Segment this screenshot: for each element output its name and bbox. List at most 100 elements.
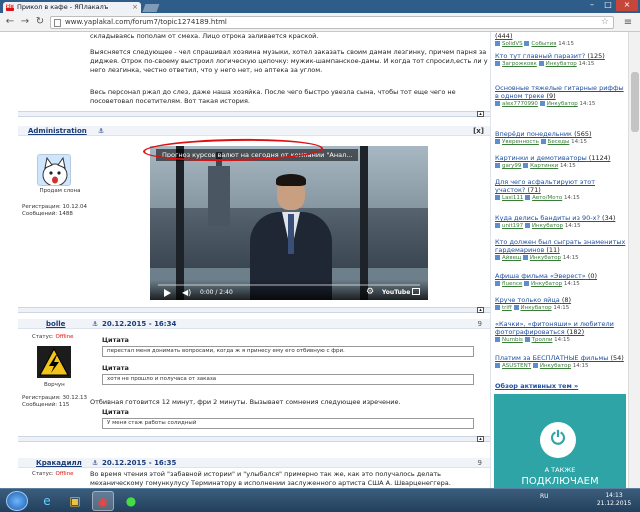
topic-user[interactable]: SolidVS [502, 41, 523, 47]
topic-count: (11) [546, 246, 560, 254]
forward-icon[interactable]: → [19, 16, 31, 28]
volume-icon[interactable]: ◀) [182, 288, 191, 297]
topic-title[interactable]: Вперёди понедельник [495, 130, 572, 138]
topic-title[interactable]: Афиша фильма «Эверест» [495, 272, 586, 280]
settings-gear-icon[interactable]: ⚙ [366, 287, 374, 297]
folder-icon[interactable]: ▣ [64, 491, 86, 511]
link-icon[interactable]: ⚓ [92, 459, 98, 467]
collapse-button[interactable]: ▴ [477, 436, 484, 442]
sidebar-topic[interactable]: Основные тяжелые гитарные риффы в одном … [495, 84, 627, 108]
topic-user[interactable]: Уверенность [502, 139, 539, 145]
start-button[interactable] [6, 491, 28, 511]
link-icon[interactable]: ⚓ [92, 320, 98, 328]
address-bar[interactable]: www.yaplakal.com/forum7/topic1274189.htm… [50, 16, 614, 29]
fullscreen-icon[interactable] [412, 288, 420, 295]
section-icon [540, 139, 546, 144]
topic-section[interactable]: Авто/Мото [532, 195, 562, 201]
ie-icon[interactable]: e [36, 491, 58, 511]
sidebar-topic[interactable]: Круче только яйца (8) triff Инкубатор 14… [495, 296, 627, 312]
collapse-button[interactable]: ▴ [477, 111, 484, 117]
reload-icon[interactable]: ↻ [34, 16, 46, 28]
video-progress-bar[interactable] [158, 284, 420, 286]
topic-title[interactable]: Для чего асфальтируют этот участок? [495, 178, 595, 194]
topic-time: 14:15 [579, 101, 596, 107]
link-icon[interactable]: ⚓ [98, 127, 104, 135]
topic-title[interactable]: Картинки и демотиваторы [495, 154, 587, 162]
topic-section[interactable]: Картинки [530, 163, 558, 169]
post-text-line: Отбивная готовится 12 минут, фри 2 минут… [90, 398, 401, 406]
topic-title[interactable]: «Качки», «фитоняши» и любители фотографи… [495, 320, 614, 336]
youtube-logo[interactable]: YouTube [382, 289, 410, 296]
tab-close-icon[interactable]: × [132, 2, 138, 13]
maximize-icon[interactable]: □ [600, 0, 616, 11]
topic-section[interactable]: Инкубатор [547, 101, 578, 107]
chrome-menu-icon[interactable]: ≡ [622, 17, 634, 29]
new-tab-button[interactable] [142, 4, 160, 12]
left-margin [0, 32, 18, 488]
topic-title[interactable]: Кто тут главный паразит? [495, 52, 585, 60]
author-link[interactable]: bolle [46, 320, 65, 328]
sidebar-topic[interactable]: Платим за БЕСПЛАТНЫЕ фильмы (54) ASUSTEN… [495, 354, 627, 370]
topic-user[interactable]: unit197 [502, 223, 523, 229]
topic-user[interactable]: gary99 [502, 163, 521, 169]
topic-user[interactable]: Numbis [502, 337, 523, 343]
topic-section[interactable]: Тролли [532, 337, 553, 343]
topic-user[interactable]: Айвещ [502, 255, 521, 261]
active-topics-link[interactable]: Обзор активных тем » [495, 382, 578, 390]
topic-section[interactable]: Инкубатор [531, 281, 562, 287]
sidebar-topic[interactable]: «Качки», «фитоняши» и любители фотографи… [495, 320, 627, 344]
topic-section[interactable]: Инкубатор [546, 61, 577, 67]
topic-title[interactable]: Куда делись бандиты из 90-х? [495, 214, 600, 222]
user-status-label: Продам слона [39, 188, 81, 194]
back-icon[interactable]: ← [4, 16, 16, 28]
window-close-icon[interactable]: × [616, 0, 638, 11]
topic-title[interactable]: Платим за БЕСПЛАТНЫЕ фильмы [495, 354, 608, 362]
sidebar-topic[interactable]: Кто тут главный паразит? (125) Загрожков… [495, 52, 627, 68]
topic-user[interactable]: Lasi111 [502, 195, 523, 201]
topic-section[interactable]: Инкубатор [530, 255, 561, 261]
page-scrollbar[interactable] [628, 32, 640, 488]
topic-title[interactable]: Основные тяжелые гитарные риффы в одном … [495, 84, 624, 100]
collapse-button[interactable]: ▴ [477, 307, 484, 313]
topic-section[interactable]: Инкубатор [540, 363, 571, 369]
sidebar-topic[interactable]: Афиша фильма «Эверест» (0) fluence Инкуб… [495, 272, 627, 288]
topic-user[interactable]: Загрожковк [502, 61, 537, 67]
topic-section[interactable]: Инкубатор [532, 223, 563, 229]
sidebar-topic[interactable]: Вперёди понедельник (565) Уверенность Бе… [495, 130, 627, 146]
sidebar-topic[interactable]: Для чего асфальтируют этот участок? (71)… [495, 178, 627, 202]
sidebar-topic[interactable]: Куда делись бандиты из 90-х? (34) unit19… [495, 214, 627, 230]
author-link[interactable]: Кракадилл [36, 459, 82, 467]
topic-user[interactable]: fluence [502, 281, 522, 287]
topic-count: (34) [602, 214, 616, 222]
post-header: Administration ⚓ [x] [18, 126, 490, 136]
topic-user[interactable]: alex7770990 [502, 101, 538, 107]
window-frame [360, 146, 368, 300]
topic-section[interactable]: События [531, 41, 556, 47]
bookmark-star-icon[interactable]: ☆ [601, 17, 609, 28]
topic-user[interactable]: triff [502, 305, 512, 311]
post-rating[interactable]: 9 [478, 320, 482, 328]
topic-section[interactable]: Инкубатор [521, 305, 552, 311]
sidebar-topic[interactable]: Картинки и демотиваторы (1124) gary99 Ка… [495, 154, 627, 170]
video-player[interactable]: Прогноз курсов валют на сегодня от компа… [150, 146, 428, 300]
sidebar-topic[interactable]: Кто должен был сыграть знаменитых гардем… [495, 238, 627, 262]
play-icon[interactable] [164, 289, 171, 297]
topic-user[interactable]: ASUSTENT [502, 363, 531, 369]
forum-thread: складываясь пополам от смеха. Лицо отрок… [18, 32, 490, 488]
app-icon[interactable]: ● [120, 491, 142, 511]
language-indicator[interactable]: RU [540, 493, 549, 500]
post-rating[interactable]: 9 [478, 459, 482, 467]
topic-title[interactable]: Круче только яйца [495, 296, 560, 304]
advertisement-banner[interactable]: ⏻ А ТАКЖЕ ПОДКЛЮЧАЕМ [494, 394, 626, 488]
user-rank: Ворчун [44, 382, 65, 388]
author-link[interactable]: Administration [28, 127, 87, 135]
system-clock[interactable]: 14:13 21.12.2015 [596, 492, 632, 508]
browser-tab[interactable]: ЯП Прикол в кафе - ЯПлакалъ × [3, 2, 141, 13]
sidebar-topic[interactable]: (444) SolidVS События 14:15 [495, 32, 627, 48]
topic-title[interactable]: Кто должен был сыграть знаменитых гардем… [495, 238, 625, 254]
scrollbar-thumb[interactable] [631, 72, 639, 132]
topic-section[interactable]: Беседы [548, 139, 570, 145]
chrome-icon[interactable]: ◉ [92, 491, 114, 511]
minimize-icon[interactable]: – [584, 0, 600, 11]
close-ad-button[interactable]: [x] [473, 127, 484, 135]
